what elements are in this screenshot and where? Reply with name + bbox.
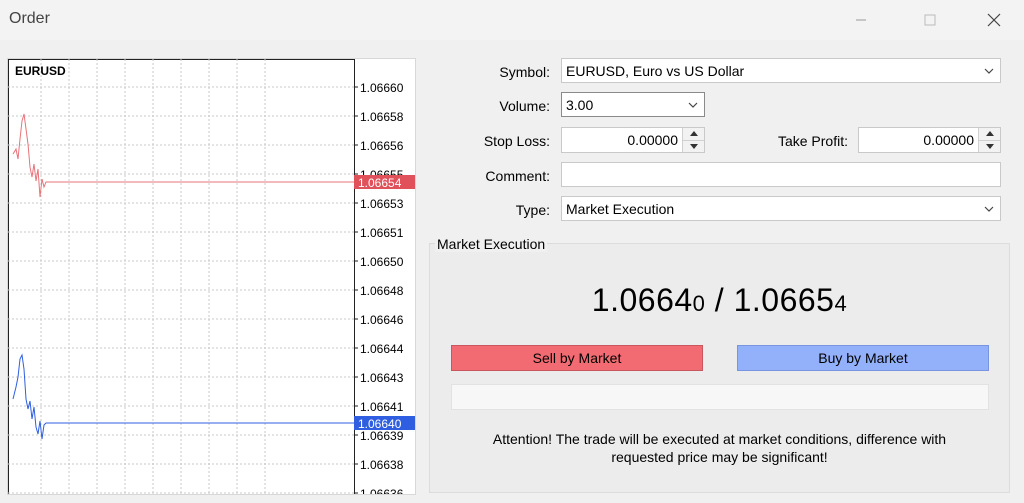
comment-input[interactable] xyxy=(561,162,1001,187)
symbol-label: Symbol: xyxy=(499,64,550,80)
type-select[interactable]: Market Execution xyxy=(561,196,1001,221)
group-title: Market Execution xyxy=(435,236,548,252)
ask-price: 1.0665 xyxy=(733,282,835,318)
chart-canvas: 1.066601.066581.066561.066551.066531.066… xyxy=(8,59,415,495)
spin-down-icon[interactable] xyxy=(683,139,704,152)
chart-symbol: EURUSD xyxy=(15,64,66,78)
symbol-value: EURUSD, Euro vs US Dollar xyxy=(566,62,745,79)
price-label: 1.06639 xyxy=(360,429,404,443)
takeprofit-spinner[interactable] xyxy=(978,128,1000,152)
price-quote: 1.06640 / 1.06654 xyxy=(429,282,1010,319)
price-label: 1.06660 xyxy=(360,81,404,95)
spin-down-icon[interactable] xyxy=(979,139,1000,152)
minimize-button[interactable] xyxy=(838,0,884,40)
quote-separator: / xyxy=(705,282,734,318)
type-value: Market Execution xyxy=(566,200,675,217)
bid-price: 1.0664 xyxy=(591,282,693,318)
price-label: 1.06648 xyxy=(360,284,404,298)
stoploss-label: Stop Loss: xyxy=(483,133,550,149)
maximize-button[interactable] xyxy=(907,0,953,40)
tick-chart: 1.066601.066581.066561.066551.066531.066… xyxy=(7,58,416,495)
close-button[interactable] xyxy=(971,0,1017,40)
volume-label: Volume: xyxy=(499,98,550,114)
title-bar: Order xyxy=(0,0,1024,40)
minimize-icon xyxy=(856,19,866,21)
price-label: 1.06646 xyxy=(360,313,404,327)
spin-up-icon[interactable] xyxy=(683,128,704,140)
maximize-icon xyxy=(924,14,936,26)
price-label: 1.06644 xyxy=(360,342,404,356)
attention-line-2: requested price may be significant! xyxy=(611,449,828,465)
attention-message: Attention! The trade will be executed at… xyxy=(429,430,1010,466)
price-label: 1.06650 xyxy=(360,255,404,269)
bid-price-pip: 0 xyxy=(692,291,706,316)
price-label: 1.06641 xyxy=(360,400,404,414)
stoploss-input[interactable]: 0.00000 xyxy=(561,127,705,153)
price-label: 1.06653 xyxy=(360,197,404,211)
sell-by-market-button[interactable]: Sell by Market xyxy=(451,345,703,371)
type-label: Type: xyxy=(515,202,550,218)
bid-price-tag-text: 1.06640 xyxy=(358,417,402,431)
price-label: 1.06643 xyxy=(360,371,404,385)
stoploss-spinner[interactable] xyxy=(682,128,704,152)
ask-price-tag-text: 1.06654 xyxy=(358,176,402,190)
price-label: 1.06658 xyxy=(360,110,404,124)
chevron-down-icon xyxy=(978,59,1000,82)
volume-select[interactable]: 3.00 xyxy=(561,92,705,117)
price-label: 1.06651 xyxy=(360,226,404,240)
window-title: Order xyxy=(9,10,50,27)
stoploss-value: 0.00000 xyxy=(627,132,678,148)
close-icon xyxy=(987,13,1001,27)
volume-value: 3.00 xyxy=(566,96,594,113)
takeprofit-input[interactable]: 0.00000 xyxy=(858,127,1001,153)
attention-line-1: Attention! The trade will be executed at… xyxy=(492,431,947,447)
bid-price-line xyxy=(12,353,354,440)
comment-label: Comment: xyxy=(485,168,550,184)
ask-price-pip: 4 xyxy=(834,291,848,316)
price-label: 1.06636 xyxy=(360,487,404,495)
price-label: 1.06638 xyxy=(360,458,404,472)
spin-up-icon[interactable] xyxy=(979,128,1000,140)
buy-by-market-button[interactable]: Buy by Market xyxy=(737,345,989,371)
ask-price-line xyxy=(12,113,354,198)
symbol-select[interactable]: EURUSD, Euro vs US Dollar xyxy=(561,58,1001,83)
takeprofit-value: 0.00000 xyxy=(923,132,974,148)
execution-progress-bar xyxy=(451,384,989,410)
chevron-down-icon xyxy=(978,197,1000,220)
price-label: 1.06656 xyxy=(360,139,404,153)
takeprofit-label: Take Profit: xyxy=(777,133,848,149)
chevron-down-icon xyxy=(682,93,704,116)
